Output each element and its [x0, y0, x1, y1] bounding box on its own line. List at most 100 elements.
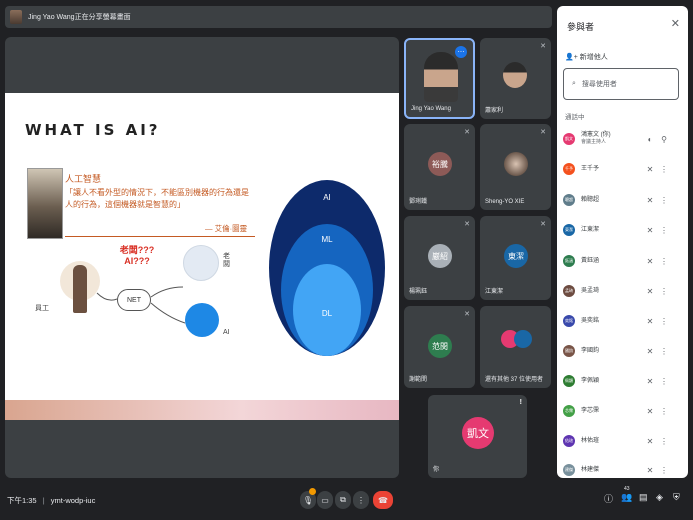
more-options-icon[interactable]: ⋮: [657, 317, 671, 326]
pin-icon[interactable]: ⚲: [657, 135, 671, 144]
participant-name: 吳孟琦: [581, 287, 600, 294]
participant-name: 吳奕銘: [581, 317, 600, 324]
participants-panel: 參與者 ✕ 👤+ 新增他人 ⌕ 搜尋使用者 通話中 凱文 鴻憲文 (你) 會議主…: [557, 6, 688, 478]
mic-off-icon[interactable]: ✕: [643, 257, 657, 266]
more-options-icon[interactable]: ⋮: [657, 196, 671, 205]
mic-off-icon[interactable]: ✕: [643, 347, 657, 356]
slide-footer-band: [5, 400, 399, 420]
mic-off-icon: ✕: [540, 129, 546, 136]
people-count: 43: [624, 486, 630, 492]
others-avatar: [514, 330, 532, 348]
mic-off-icon[interactable]: ✕: [643, 226, 657, 235]
participant-avatar: 范閔: [428, 334, 452, 358]
participant-row[interactable]: 佩穎 李佩穎 ✕ ⋮: [563, 370, 683, 392]
more-options-icon[interactable]: ⋮: [657, 257, 671, 266]
participant-row[interactable]: 國鈞 李國鈞 ✕ ⋮: [563, 340, 683, 362]
participant-name: 王千予: [581, 165, 600, 172]
tile-name: 還有其他 37 位使用者: [485, 377, 544, 383]
diagram-question: 老闆??? AI???: [119, 245, 155, 266]
more-options-button[interactable]: ⋮: [353, 491, 369, 509]
more-options-icon[interactable]: ⋮: [657, 287, 671, 296]
tile-participant[interactable]: ✕ Sheng-YO XIE: [480, 124, 551, 210]
tile-name: 蕭家利: [485, 108, 504, 114]
participant-row[interactable]: 凱文 鴻憲文 (你) 會議主持人 ◐ ⚲: [563, 128, 683, 150]
participant-row[interactable]: 奕銘 吳奕銘 ✕ ⋮: [563, 310, 683, 332]
circle-label-ml: ML: [321, 235, 333, 244]
mic-off-icon[interactable]: ✕: [643, 165, 657, 174]
participant-row[interactable]: 聰超 賴聰超 ✕ ⋮: [563, 189, 683, 211]
participant-row[interactable]: 鈺涵 黃鈺涵 ✕ ⋮: [563, 250, 683, 272]
mic-off-icon[interactable]: ✕: [643, 466, 657, 475]
leave-call-button[interactable]: ☎: [373, 491, 393, 509]
tile-self[interactable]: ! 凱文 你: [428, 395, 527, 478]
participant-avatar: 千予: [563, 163, 575, 175]
more-options-icon[interactable]: ⋮: [657, 226, 671, 235]
mic-off-icon[interactable]: ✕: [643, 407, 657, 416]
camera-toggle-button[interactable]: ▭: [317, 491, 333, 509]
presenting-banner: Jing Yao Wang正在分享螢幕畫面: [5, 6, 552, 28]
tile-self-presenter[interactable]: ⋯ Jing Yao Wang: [404, 38, 475, 119]
present-button[interactable]: ⧉: [335, 491, 351, 509]
more-options-icon[interactable]: ⋮: [657, 437, 671, 446]
ai-ml-dl-diagram: AI ML DL: [269, 180, 385, 356]
add-people-button[interactable]: 👤+ 新增他人: [565, 52, 608, 62]
boss-figure: [183, 245, 219, 281]
add-people-label: 新增他人: [579, 54, 608, 61]
more-options-icon[interactable]: ⋮: [657, 347, 671, 356]
circle-label-ai: AI: [323, 193, 331, 202]
participant-row[interactable]: 佑瑄 林佑瑄 ✕ ⋮: [563, 430, 683, 452]
participant-avatar: 凱文: [563, 133, 575, 145]
participant-row[interactable]: 東潔 江東潔 ✕ ⋮: [563, 219, 683, 241]
present-icon: ⧉: [340, 495, 346, 504]
tile-participant[interactable]: ✕ 范閔 謝範閔: [404, 306, 475, 388]
more-options-icon[interactable]: ⋮: [657, 165, 671, 174]
more-options-icon[interactable]: ⋯: [455, 46, 467, 58]
presenter-video: [424, 52, 458, 102]
quote-attribution: — 艾倫·圖靈: [205, 224, 248, 233]
label-worker: 員工: [35, 305, 49, 312]
host-controls-icon[interactable]: ⛨: [673, 492, 680, 503]
tile-participant[interactable]: ✕ 裕騰 鄧琍鐵: [404, 124, 475, 210]
participant-avatar: 芯霈: [563, 405, 575, 417]
diagram-connectors: [96, 286, 186, 324]
participant-row[interactable]: 千予 王千予 ✕ ⋮: [563, 158, 683, 180]
add-person-icon: 👤+: [565, 54, 578, 61]
speaking-indicator-icon: ◐: [647, 134, 653, 144]
participant-row[interactable]: 建傑 林建傑 ✕ ⋮: [563, 459, 683, 478]
close-icon[interactable]: ✕: [671, 17, 680, 30]
participant-avatar: 聰超: [563, 194, 575, 206]
more-options-icon[interactable]: ⋮: [657, 407, 671, 416]
people-icon[interactable]: 👥: [621, 492, 632, 503]
chat-icon[interactable]: ▤: [639, 492, 648, 503]
tile-others[interactable]: 還有其他 37 位使用者: [480, 306, 551, 388]
participant-name-block: 鴻憲文 (你) 會議主持人: [581, 132, 643, 146]
mic-off-icon: ✕: [464, 221, 470, 228]
search-people-input[interactable]: ⌕ 搜尋使用者: [563, 68, 679, 100]
tile-name: 鄧琍鐵: [409, 199, 428, 205]
tile-participant[interactable]: ✕ 巖紹 楊珮鈺: [404, 216, 475, 300]
participant-row[interactable]: 芯霈 李芯霈 ✕ ⋮: [563, 400, 683, 422]
mic-off-icon[interactable]: ✕: [643, 196, 657, 205]
label-ai: AI: [223, 329, 230, 336]
quote-box: 人工智慧 「讓人不看外型的情況下，不能區別機器的行為還是人的行為，這個機器就是智…: [65, 173, 255, 211]
mic-off-icon[interactable]: ✕: [643, 287, 657, 296]
participant-row[interactable]: 孟琦 吳孟琦 ✕ ⋮: [563, 280, 683, 302]
participant-avatar: 鈺涵: [563, 255, 575, 267]
meeting-details-icon[interactable]: ⓘ: [604, 492, 613, 505]
participant-avatar: 東潔: [563, 224, 575, 236]
activities-icon[interactable]: ◈: [656, 492, 663, 503]
tile-participant[interactable]: ✕ 蕭家利: [480, 38, 551, 119]
mic-off-icon[interactable]: ✕: [643, 377, 657, 386]
tile-participant[interactable]: ✕ 東潔 江東潔: [480, 216, 551, 300]
banner-text: Jing Yao Wang正在分享螢幕畫面: [28, 14, 131, 21]
mic-off-icon[interactable]: ✕: [643, 317, 657, 326]
turing-portrait: [27, 168, 63, 239]
mic-off-icon[interactable]: ✕: [643, 437, 657, 446]
tile-name: 楊珮鈺: [409, 289, 428, 295]
panel-title: 參與者: [567, 22, 595, 32]
search-placeholder: 搜尋使用者: [581, 81, 617, 88]
tile-name: 江東潔: [485, 289, 504, 295]
more-options-icon[interactable]: ⋮: [657, 377, 671, 386]
more-options-icon[interactable]: ⋮: [657, 466, 671, 475]
label-boss: 老闆: [223, 253, 230, 268]
